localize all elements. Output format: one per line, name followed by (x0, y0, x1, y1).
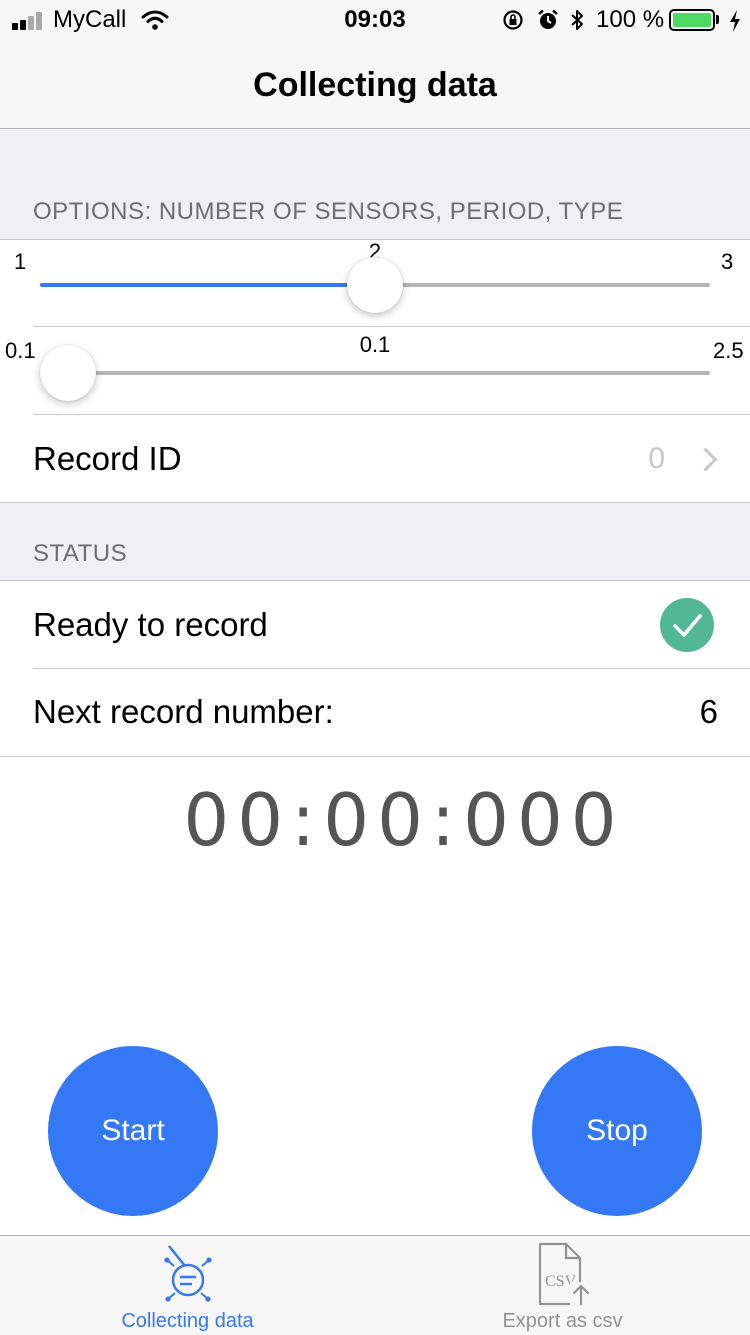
next-record-value: 6 (699, 693, 718, 730)
rotation-lock-icon (503, 10, 523, 30)
divider (0, 756, 750, 757)
chevron-right-icon (693, 447, 718, 472)
slider-track[interactable] (40, 371, 710, 375)
next-record-row: Next record number: 6 (0, 669, 750, 756)
record-id-value: 0 (648, 442, 665, 475)
slider-fill (40, 283, 375, 287)
sensors-slider[interactable]: 1 2 3 (0, 239, 750, 326)
tab-label: Export as csv (502, 1310, 623, 1332)
battery-icon (669, 9, 715, 31)
elapsed-timer: 00:00:000 (183, 778, 625, 862)
status-section-header: STATUS (33, 540, 128, 567)
csv-export-icon: CSV (538, 1242, 592, 1308)
tab-collecting-data[interactable]: Collecting data (0, 1236, 375, 1335)
ready-status-row: Ready to record (0, 582, 750, 668)
page-title: Collecting data (253, 66, 497, 104)
bluetooth-icon (571, 10, 583, 30)
tab-bar: Collecting data CSV Export as csv (0, 1235, 750, 1335)
slider-min-label: 1 (14, 249, 27, 274)
options-section-header: OPTIONS: NUMBER OF SENSORS, PERIOD, TYPE (33, 198, 624, 225)
record-id-row[interactable]: Record ID 0 (0, 415, 750, 502)
record-id-label: Record ID (33, 440, 182, 477)
slider-max-label: 3 (721, 249, 734, 274)
stop-button[interactable]: Stop (532, 1046, 702, 1216)
tab-label: Collecting data (121, 1310, 254, 1332)
status-bar: MyCall 09:03 100 % (0, 0, 750, 40)
alarm-icon (538, 9, 558, 29)
battery-percentage: 100 % (596, 6, 665, 33)
period-slider[interactable]: 0.1 0.1 2.5 (0, 327, 750, 414)
navigation-bar: Collecting data (0, 40, 750, 129)
slider-thumb[interactable] (347, 257, 403, 313)
ready-status-label: Ready to record (33, 606, 268, 643)
slider-min-label: 0.1 (5, 338, 36, 363)
slider-thumb[interactable] (40, 345, 96, 401)
battery-tip (716, 15, 719, 24)
slider-max-label: 2.5 (713, 338, 744, 363)
checkmark-icon (660, 598, 714, 652)
slider-value-label: 0.1 (359, 332, 391, 357)
next-record-label: Next record number: (33, 693, 334, 730)
start-button[interactable]: Start (48, 1046, 218, 1216)
tab-export-csv[interactable]: CSV Export as csv (375, 1236, 750, 1335)
sensor-icon (164, 1245, 212, 1302)
charging-icon (730, 10, 740, 32)
